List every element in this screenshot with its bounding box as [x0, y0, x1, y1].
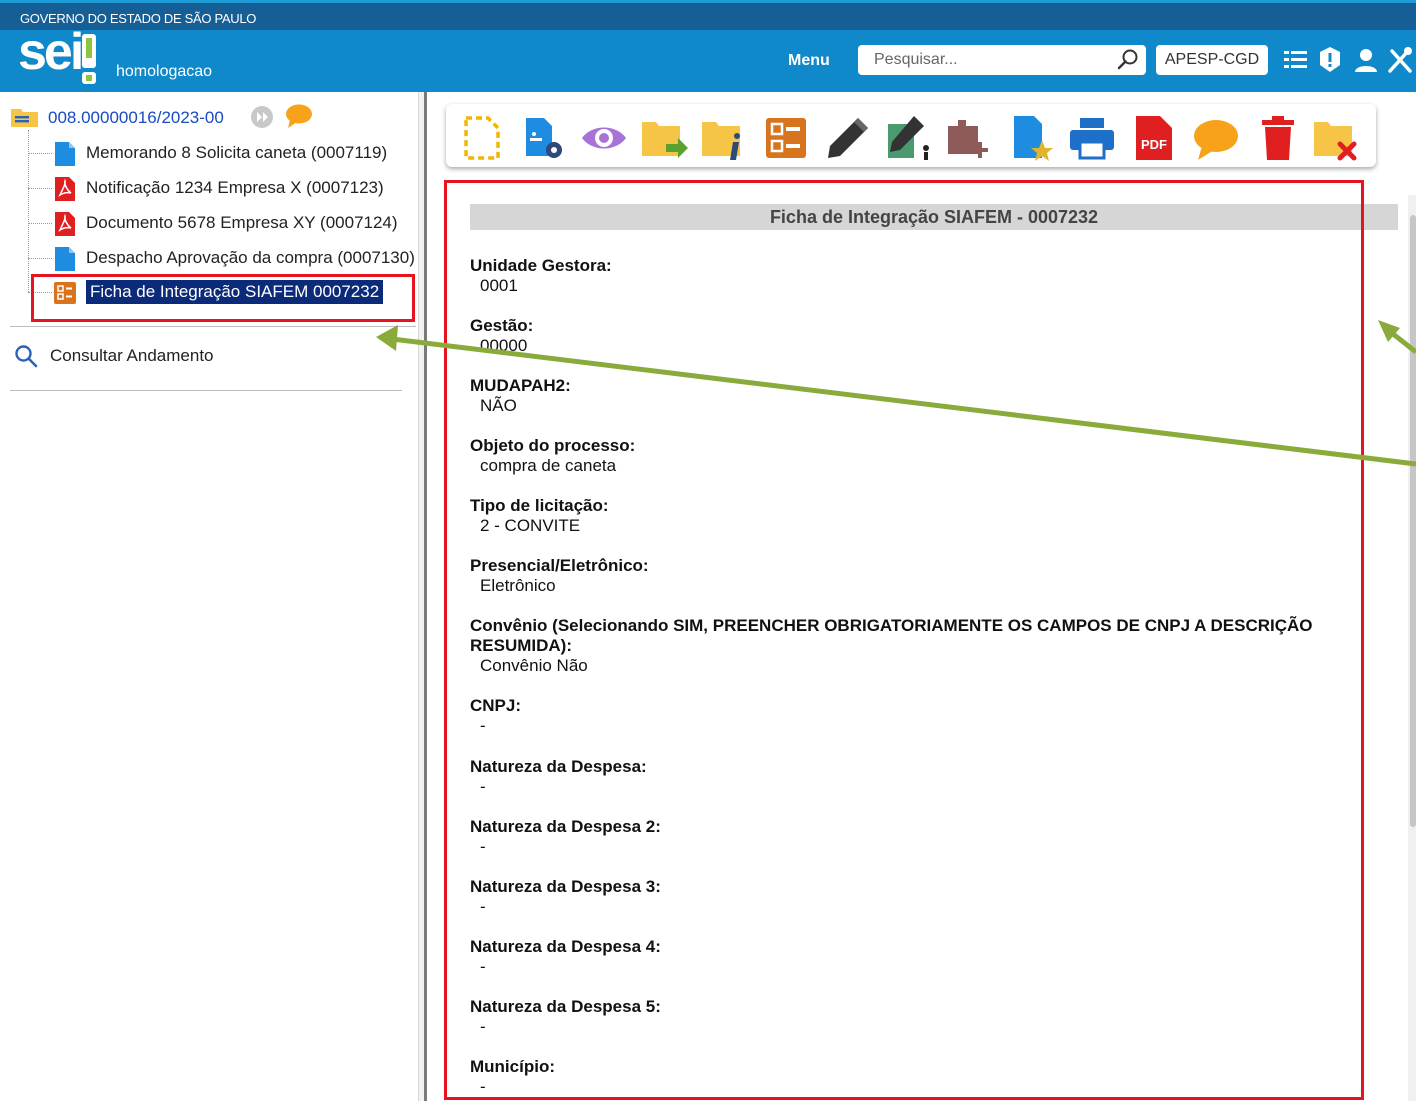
pdf-icon: [55, 177, 75, 201]
new-document-icon[interactable]: [458, 114, 506, 162]
delete-icon[interactable]: [1254, 114, 1302, 162]
document-settings-icon[interactable]: [520, 114, 568, 162]
sei-window: GOVERNO DO ESTADO DE SÃO PAULO sei homol…: [0, 0, 1416, 1101]
list-icon[interactable]: [1282, 45, 1310, 75]
document-icon: [55, 247, 75, 271]
view-icon[interactable]: [580, 114, 628, 162]
tree-item-documento[interactable]: Documento 5678 Empresa XY (0007124): [28, 209, 418, 239]
svg-text:PDF: PDF: [1141, 137, 1167, 152]
tools-icon[interactable]: [1386, 45, 1414, 75]
annotation-arrowhead-document: [1378, 320, 1400, 342]
logo-dot-icon: [82, 72, 96, 84]
process-toolbar: PDF: [446, 104, 1376, 167]
form-icon[interactable]: [762, 114, 810, 162]
process-status-icon[interactable]: [250, 105, 276, 129]
tree-item-memorando[interactable]: Memorando 8 Solicita caneta (0007119): [28, 139, 418, 169]
search-icon[interactable]: [14, 344, 38, 368]
unit-selector-button[interactable]: APESP-CGD: [1156, 45, 1268, 75]
logo-exclamation-icon: [82, 34, 96, 68]
pdf-icon[interactable]: PDF: [1130, 114, 1178, 162]
pdf-icon: [55, 212, 75, 236]
tree-item-despacho[interactable]: Despacho Aprovação da compra (0007130): [28, 244, 418, 274]
divider: [10, 390, 402, 391]
divider: [10, 326, 416, 327]
send-process-icon[interactable]: [640, 114, 688, 162]
government-bar: GOVERNO DO ESTADO DE SÃO PAULO: [0, 0, 1416, 30]
tree-item-label: Notificação 1234 Empresa X (0007123): [86, 178, 384, 197]
comment-icon[interactable]: [1192, 114, 1240, 162]
sign-icon[interactable]: [824, 114, 872, 162]
alert-icon[interactable]: [1316, 45, 1344, 75]
tree-item-notificacao[interactable]: Notificação 1234 Empresa X (0007123): [28, 174, 418, 204]
highlight-frame-document: [444, 180, 1364, 1100]
add-block-icon[interactable]: [944, 114, 992, 162]
sign-block-icon[interactable]: [884, 114, 932, 162]
panel-splitter-handle[interactable]: [424, 92, 427, 1101]
close-process-icon[interactable]: [1312, 114, 1360, 162]
search-input[interactable]: [858, 45, 1146, 75]
highlight-frame-tree-item: [31, 274, 415, 322]
process-folder-icon[interactable]: [10, 105, 40, 129]
tree-item-label: Memorando 8 Solicita caneta (0007119): [86, 143, 388, 162]
comment-icon[interactable]: [284, 103, 314, 129]
search-icon[interactable]: [1116, 48, 1140, 72]
tree-item-label: Documento 5678 Empresa XY (0007124): [86, 213, 398, 232]
document-scrollbar-thumb[interactable]: [1410, 215, 1416, 827]
tree-item-label: Despacho Aprovação da compra (0007130): [86, 248, 415, 267]
process-info-icon[interactable]: [700, 114, 748, 162]
process-number-link[interactable]: 008.00000016/2023-00: [48, 108, 224, 128]
environment-label: homologacao: [116, 63, 213, 80]
menu-button[interactable]: Menu: [788, 52, 830, 70]
app-header: sei homologacao Menu APESP-CGD: [0, 23, 1416, 92]
document-icon: [55, 142, 75, 166]
sei-logo-text: sei: [18, 23, 84, 81]
consultar-andamento-link[interactable]: Consultar Andamento: [50, 346, 214, 366]
favorite-document-icon[interactable]: [1006, 114, 1054, 162]
print-icon[interactable]: [1068, 114, 1116, 162]
user-icon[interactable]: [1352, 45, 1380, 75]
